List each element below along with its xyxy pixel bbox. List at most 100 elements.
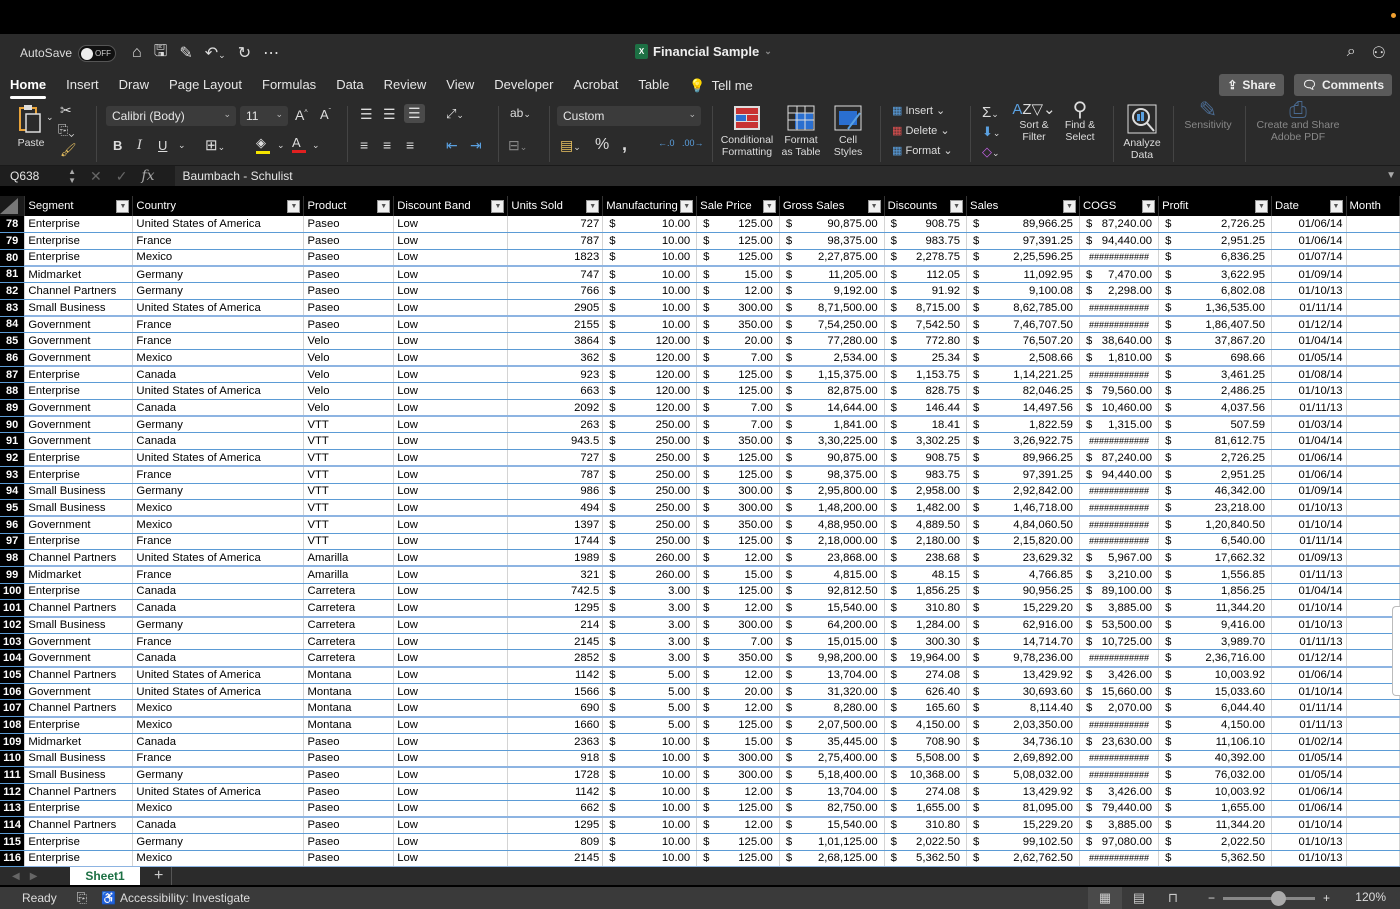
cogs-cell[interactable]: ############ <box>1079 499 1160 518</box>
month-cell[interactable] <box>1346 750 1400 768</box>
cogs-cell[interactable]: $94,440.00 <box>1079 232 1160 250</box>
filter-dropdown-icon[interactable]: ▼ <box>1329 200 1343 213</box>
gross-sales-cell[interactable]: $35,445.00 <box>779 733 885 751</box>
discounts-cell[interactable]: $983.75 <box>884 232 968 250</box>
discounts-cell[interactable]: $48.15 <box>884 566 968 584</box>
discount-band-cell[interactable]: Low <box>393 499 509 518</box>
macro-record-icon[interactable]: ⎘ <box>77 890 87 906</box>
accessibility-status[interactable]: ♿ Accessibility: Investigate <box>101 891 250 905</box>
cut-icon[interactable]: ✂ <box>60 102 72 119</box>
add-sheet-button[interactable]: + <box>154 867 173 885</box>
row-number[interactable]: 105 <box>0 666 26 684</box>
discount-band-cell[interactable]: Low <box>393 850 509 867</box>
align-left-icon[interactable]: ≡ <box>360 137 368 153</box>
column-header[interactable]: Country ▼ <box>132 196 305 216</box>
cogs-cell[interactable]: $1,315.00 <box>1079 416 1160 434</box>
normal-view-button[interactable]: ▦ <box>1088 887 1122 909</box>
product-cell[interactable]: Paseo <box>303 232 395 250</box>
month-cell[interactable] <box>1346 232 1400 250</box>
profit-cell[interactable]: $3,622.95 <box>1158 266 1272 284</box>
filter-dropdown-icon[interactable]: ▼ <box>586 200 600 213</box>
cogs-cell[interactable]: ############ <box>1079 516 1160 534</box>
month-cell[interactable] <box>1346 499 1400 518</box>
cogs-cell[interactable]: ############ <box>1079 483 1160 501</box>
discount-band-cell[interactable]: Low <box>393 616 509 634</box>
column-header[interactable]: Sales ▼ <box>966 196 1080 216</box>
cogs-cell[interactable]: $97,080.00 <box>1079 833 1160 851</box>
date-cell[interactable]: 01/11/13 <box>1271 716 1347 734</box>
sale-price-cell[interactable]: $125.00 <box>696 850 780 867</box>
discounts-cell[interactable]: $300.30 <box>884 633 968 651</box>
sales-cell[interactable]: $9,78,236.00 <box>966 649 1080 668</box>
country-cell[interactable]: Mexico <box>132 349 305 368</box>
segment-cell[interactable]: Channel Partners <box>24 699 134 718</box>
product-cell[interactable]: Paseo <box>303 249 395 268</box>
profit-cell[interactable]: $4,150.00 <box>1158 716 1272 734</box>
page-layout-view-button[interactable]: ▤ <box>1122 887 1156 909</box>
discounts-cell[interactable]: $10,368.00 <box>884 766 968 784</box>
sale-price-cell[interactable]: $350.00 <box>696 316 780 334</box>
autosum-icon[interactable]: Σ⌄ <box>982 104 999 121</box>
cogs-cell[interactable]: $2,070.00 <box>1079 699 1160 718</box>
discounts-cell[interactable]: $19,964.00 <box>884 649 968 668</box>
date-cell[interactable]: 01/05/14 <box>1271 349 1347 368</box>
sheet-tab-sheet1[interactable]: Sheet1 <box>70 867 140 885</box>
discount-band-cell[interactable]: Low <box>393 349 509 368</box>
discount-band-cell[interactable]: Low <box>393 633 509 651</box>
sales-cell[interactable]: $1,822.59 <box>966 416 1080 434</box>
discounts-cell[interactable]: $2,022.50 <box>884 833 968 851</box>
segment-cell[interactable]: Government <box>24 683 134 701</box>
discounts-cell[interactable]: $983.75 <box>884 466 968 484</box>
manufacturing-cell[interactable]: $250.00 <box>602 516 698 534</box>
sales-cell[interactable]: $5,08,032.00 <box>966 766 1080 784</box>
wrap-text-icon[interactable]: ab⌄ <box>510 106 531 120</box>
sales-cell[interactable]: $11,092.95 <box>966 266 1080 284</box>
date-cell[interactable]: 01/08/14 <box>1271 366 1347 384</box>
discount-band-cell[interactable]: Low <box>393 833 509 851</box>
profit-cell[interactable]: $1,556.85 <box>1158 566 1272 584</box>
units-sold-cell[interactable]: 690 <box>507 699 604 718</box>
profit-cell[interactable]: $3,461.25 <box>1158 366 1272 384</box>
sales-cell[interactable]: $62,916.00 <box>966 616 1080 634</box>
segment-cell[interactable]: Enterprise <box>24 466 134 484</box>
month-cell[interactable] <box>1346 449 1400 468</box>
gross-sales-cell[interactable]: $98,375.00 <box>779 466 885 484</box>
paste-button[interactable]: Paste <box>12 104 50 149</box>
segment-cell[interactable]: Government <box>24 432 134 451</box>
discounts-cell[interactable]: $1,655.00 <box>884 800 968 818</box>
sales-cell[interactable]: $14,497.56 <box>966 399 1080 418</box>
row-number[interactable]: 111 <box>0 766 26 784</box>
row-number[interactable]: 98 <box>0 549 26 567</box>
cogs-cell[interactable]: $2,298.00 <box>1079 282 1160 300</box>
product-cell[interactable]: Paseo <box>303 766 395 784</box>
prev-sheet-icon[interactable]: ◀ <box>12 871 20 882</box>
manufacturing-cell[interactable]: $3.00 <box>602 599 698 618</box>
discount-band-cell[interactable]: Low <box>393 366 509 384</box>
align-bottom-icon[interactable]: ☰ <box>404 104 425 123</box>
discounts-cell[interactable]: $274.08 <box>884 783 968 801</box>
units-sold-cell[interactable]: 918 <box>507 750 604 768</box>
sale-price-cell[interactable]: $7.00 <box>696 633 780 651</box>
discounts-cell[interactable]: $3,302.25 <box>884 432 968 451</box>
tab-data[interactable]: Data <box>326 72 373 100</box>
column-header[interactable]: Gross Sales ▼ <box>779 196 885 216</box>
manufacturing-cell[interactable]: $120.00 <box>602 349 698 368</box>
country-cell[interactable]: France <box>132 566 305 584</box>
row-number[interactable]: 115 <box>0 833 26 851</box>
segment-cell[interactable]: Channel Partners <box>24 549 134 568</box>
product-cell[interactable]: VTT <box>303 516 395 534</box>
sales-cell[interactable]: $90,956.25 <box>966 583 1080 601</box>
cogs-cell[interactable]: ############ <box>1079 366 1160 384</box>
discounts-cell[interactable]: $310.80 <box>884 816 968 834</box>
save-as-icon[interactable]: ✎ <box>179 43 192 63</box>
row-number[interactable]: 81 <box>0 266 26 284</box>
segment-cell[interactable]: Government <box>24 649 134 668</box>
cogs-cell[interactable]: $3,885.00 <box>1079 599 1160 618</box>
borders-icon[interactable]: ⊞⌄ <box>205 136 225 154</box>
units-sold-cell[interactable]: 747 <box>507 266 604 284</box>
profit-cell[interactable]: $5,362.50 <box>1158 850 1272 867</box>
profit-cell[interactable]: $3,989.70 <box>1158 633 1272 651</box>
discount-band-cell[interactable]: Low <box>393 249 509 268</box>
country-cell[interactable]: Germany <box>132 266 305 284</box>
manufacturing-cell[interactable]: $10.00 <box>602 266 698 284</box>
